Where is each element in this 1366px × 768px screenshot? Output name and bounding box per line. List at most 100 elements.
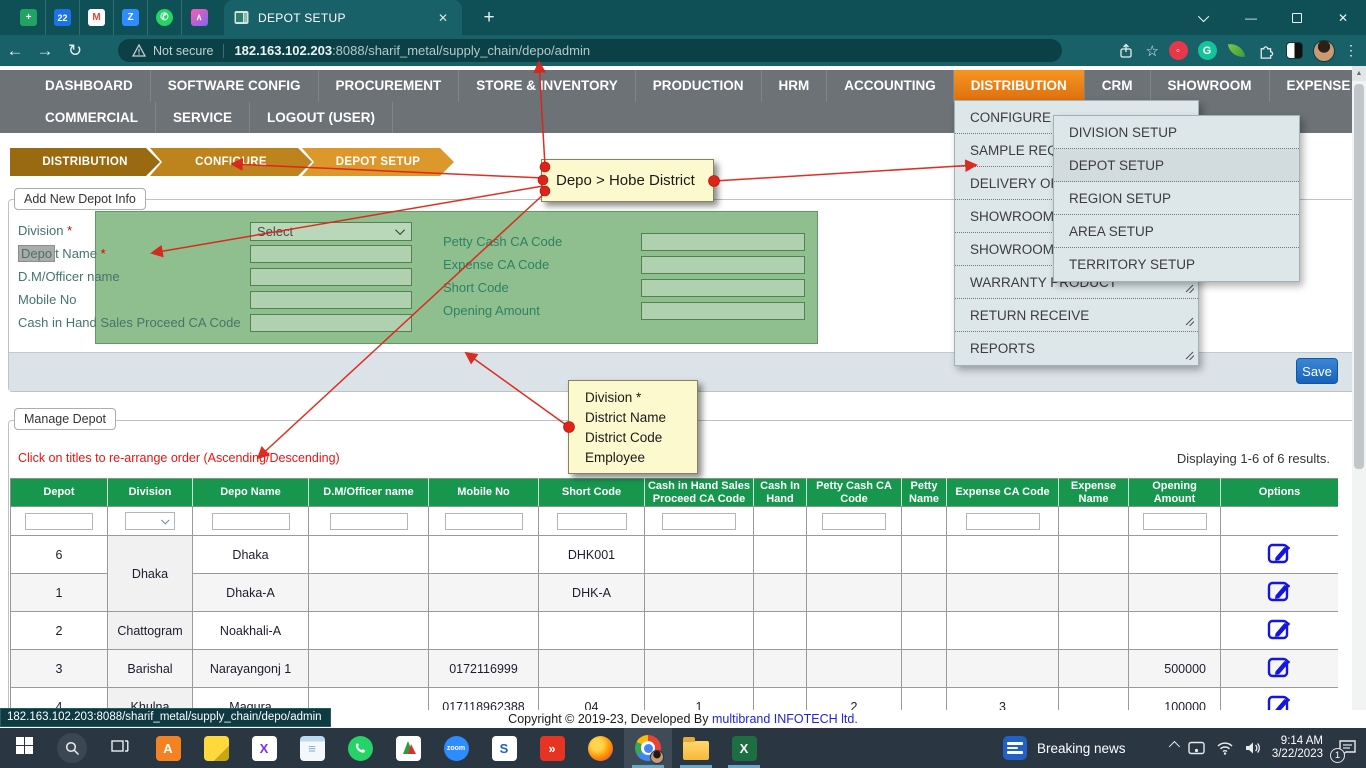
column-header-cash-in-hand[interactable]: Cash In Hand <box>754 479 807 507</box>
cell-options[interactable] <box>1221 536 1339 574</box>
share-icon[interactable] <box>1117 41 1137 61</box>
taskbar-shapes-app-button[interactable] <box>384 728 432 768</box>
cell-options[interactable] <box>1221 612 1339 650</box>
forward-icon[interactable]: → <box>30 41 60 61</box>
minimize-button[interactable]: — <box>1228 0 1274 35</box>
notification-center-icon[interactable]: 1 <box>1334 735 1360 761</box>
filter-input-short-code[interactable] <box>557 513 627 530</box>
taskbar-search-button[interactable] <box>48 728 96 768</box>
grammarly-icon[interactable]: G <box>1197 41 1217 61</box>
breadcrumb-distribution[interactable]: DISTRIBUTION <box>10 148 160 176</box>
column-header-expense-ca-code[interactable]: Expense CA Code <box>947 479 1059 507</box>
submenu-item-territory-setup[interactable]: TERRITORY SETUP <box>1054 248 1299 281</box>
column-header-options[interactable]: Options <box>1221 479 1339 507</box>
dark-reader-icon[interactable] <box>1284 41 1304 61</box>
filter-input-opening-amount[interactable] <box>1143 513 1207 530</box>
volume-icon[interactable] <box>1245 741 1261 755</box>
form-input-expense-ca-code[interactable] <box>641 256 805 274</box>
taskbar-s-app-button[interactable]: S <box>480 728 528 768</box>
pinned-tab-zoom-web[interactable]: Z <box>114 0 148 35</box>
form-input-mobile-no[interactable] <box>250 291 412 309</box>
pinned-tab-sheets[interactable]: + <box>12 0 46 35</box>
column-header-mobile-no[interactable]: Mobile No <box>429 479 539 507</box>
taskbar-firefox-button[interactable] <box>576 728 624 768</box>
filter-input-depo-name[interactable] <box>212 513 290 530</box>
red-extension-icon[interactable]: ◦ <box>1168 41 1188 61</box>
column-header-expense-name[interactable]: Expense Name <box>1059 479 1129 507</box>
taskbar-whatsapp-button[interactable] <box>336 728 384 768</box>
form-input-short-code[interactable] <box>641 279 805 297</box>
tab-search-chevron-icon[interactable] <box>1182 0 1228 35</box>
cell-options[interactable] <box>1221 650 1339 688</box>
submenu-item-division-setup[interactable]: DIVISION SETUP <box>1054 116 1299 149</box>
filter-select-division[interactable] <box>125 512 175 530</box>
column-header-depo-name[interactable]: Depo Name <box>193 479 309 507</box>
tab-close-icon[interactable]: ✕ <box>434 9 452 27</box>
taskbar-clock[interactable]: 9:14 AM 3/22/2023 <box>1272 735 1323 761</box>
column-header-division[interactable]: Division <box>108 479 193 507</box>
scrollbar-thumb[interactable] <box>1354 84 1364 469</box>
pinned-tab-whatsapp-web[interactable]: ✆ <box>148 0 182 35</box>
save-button[interactable]: Save <box>1296 358 1338 384</box>
wifi-icon[interactable] <box>1216 741 1234 755</box>
taskbar-notepad-button[interactable]: ≡ <box>288 728 336 768</box>
nav-item-accounting[interactable]: ACCOUNTING <box>827 70 954 102</box>
taskbar-start-button[interactable] <box>0 728 48 768</box>
maximize-button[interactable] <box>1274 0 1320 35</box>
menu-item-return-receive[interactable]: RETURN RECEIVE <box>955 299 1198 332</box>
taskbar-file-explorer-button[interactable] <box>672 728 720 768</box>
column-header-cash-in-hand-sales-proceed-ca-code[interactable]: Cash in Hand Sales Proceed CA Code <box>645 479 754 507</box>
page-scrollbar[interactable]: ▲ <box>1352 66 1366 710</box>
taskbar-sticky-notes-button[interactable] <box>192 728 240 768</box>
nav-item-logout-user[interactable]: LOGOUT (USER) <box>250 102 393 134</box>
edit-icon[interactable] <box>1266 579 1293 604</box>
bookmark-star-icon[interactable]: ☆ <box>1146 42 1159 60</box>
taskbar-zoom-button[interactable]: zoom <box>432 728 480 768</box>
new-tab-button[interactable]: + <box>476 5 502 31</box>
nav-item-commercial[interactable]: COMMERCIAL <box>28 102 156 134</box>
form-input-cash-in-hand-sales-proceed-ca-code[interactable] <box>250 314 412 332</box>
filter-input-cash-in-hand-sales-proceed-ca-code[interactable] <box>662 513 736 530</box>
nav-item-dashboard[interactable]: DASHBOARD <box>28 70 151 102</box>
extensions-puzzle-icon[interactable] <box>1255 41 1275 61</box>
filter-input-d-m-officer-name[interactable] <box>330 513 408 530</box>
submenu-item-area-setup[interactable]: AREA SETUP <box>1054 215 1299 248</box>
nav-item-software-config[interactable]: SOFTWARE CONFIG <box>151 70 319 102</box>
pinned-tab-calendar[interactable]: 22 <box>46 0 80 35</box>
filter-input-petty-cash-ca-code[interactable] <box>822 513 886 530</box>
close-button[interactable]: ✕ <box>1320 0 1366 35</box>
taskbar-excel-button[interactable]: X <box>720 728 768 768</box>
nav-item-crm[interactable]: CRM <box>1085 70 1151 102</box>
submenu-item-region-setup[interactable]: REGION SETUP <box>1054 182 1299 215</box>
submenu-item-depot-setup[interactable]: DEPOT SETUP <box>1054 149 1299 182</box>
profile-avatar[interactable] <box>1313 40 1335 62</box>
edit-icon[interactable] <box>1266 693 1293 711</box>
developer-link[interactable]: multibrand INFOTECH ltd. <box>712 712 858 726</box>
scrollbar-up-icon[interactable]: ▲ <box>1352 66 1366 81</box>
nav-item-store-inventory[interactable]: STORE & INVENTORY <box>459 70 636 102</box>
breadcrumb-configure[interactable]: CONFIGURE <box>150 148 312 176</box>
address-bar[interactable]: Not secure 182.163.102.203 :8088/sharif_… <box>118 39 1062 62</box>
column-header-depot[interactable]: Depot <box>11 479 108 507</box>
column-header-opening-amount[interactable]: Opening Amount <box>1129 479 1221 507</box>
pinned-tab-gmail[interactable]: M <box>80 0 114 35</box>
filter-input-depot[interactable] <box>25 513 93 530</box>
news-widget[interactable]: Breaking news <box>1003 728 1126 768</box>
back-icon[interactable]: ← <box>0 41 30 61</box>
filter-input-expense-ca-code[interactable] <box>966 513 1040 530</box>
cell-options[interactable] <box>1221 574 1339 612</box>
cell-options[interactable] <box>1221 688 1339 711</box>
nav-item-procurement[interactable]: PROCUREMENT <box>319 70 460 102</box>
division-select[interactable]: Select <box>250 222 412 241</box>
taskbar-red-app-button[interactable]: » <box>528 728 576 768</box>
tray-expand-icon[interactable] <box>1169 741 1180 752</box>
taskbar-task-view-button[interactable] <box>96 728 144 768</box>
column-header-petty-name[interactable]: Petty Name <box>902 479 947 507</box>
taskbar-chrome-button[interactable] <box>624 728 672 768</box>
nav-item-production[interactable]: PRODUCTION <box>636 70 762 102</box>
nav-item-service[interactable]: SERVICE <box>156 102 250 134</box>
nav-item-showroom[interactable]: SHOWROOM <box>1151 70 1270 102</box>
edit-icon[interactable] <box>1266 541 1293 566</box>
edit-icon[interactable] <box>1266 655 1293 680</box>
column-header-d-m-officer-name[interactable]: D.M/Officer name <box>309 479 429 507</box>
